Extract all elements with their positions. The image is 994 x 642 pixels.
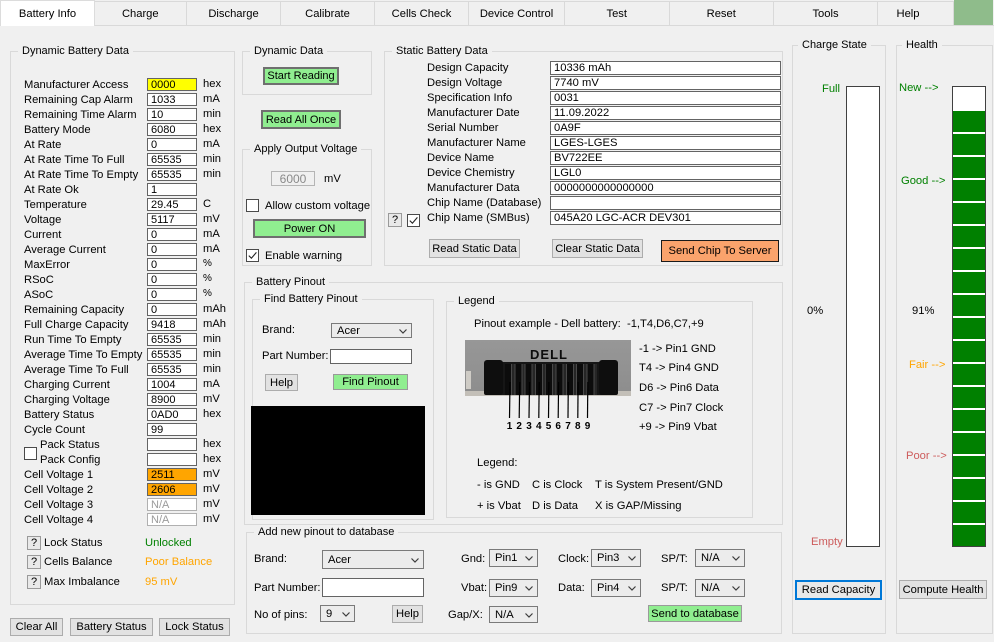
svg-text:1: 1 bbox=[507, 421, 513, 432]
svg-text:9: 9 bbox=[585, 421, 591, 432]
svg-text:2: 2 bbox=[516, 421, 522, 432]
svg-text:5: 5 bbox=[546, 421, 552, 432]
svg-text:6: 6 bbox=[555, 421, 561, 432]
svg-text:3: 3 bbox=[526, 421, 532, 432]
svg-text:8: 8 bbox=[575, 421, 581, 432]
svg-text:7: 7 bbox=[565, 421, 571, 432]
svg-text:4: 4 bbox=[536, 421, 542, 432]
